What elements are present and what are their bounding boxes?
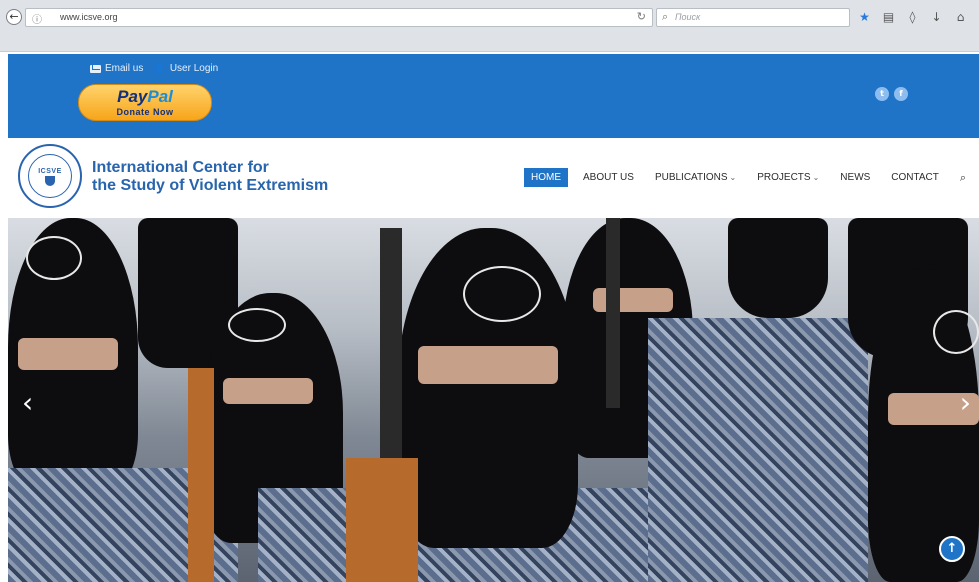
hero-figure	[223, 378, 313, 404]
nav-publications[interactable]: PUBLICATIONS ⌄	[655, 172, 736, 183]
chevron-left-icon[interactable]: ‹	[22, 386, 33, 419]
url-text: www.icsve.org	[60, 12, 118, 22]
hero-figure	[228, 308, 286, 342]
search-placeholder: Поиск	[675, 12, 701, 22]
hero-figure	[606, 218, 620, 408]
pocket-icon[interactable]: ◊	[906, 10, 919, 24]
bookmark-star-icon[interactable]: ★	[858, 10, 871, 24]
chevron-right-icon[interactable]: ›	[960, 386, 971, 419]
logo-text: ICSVE	[38, 168, 62, 175]
hero-figure	[418, 346, 558, 384]
nav-news[interactable]: NEWS	[840, 172, 870, 183]
nav-about-us[interactable]: ABOUT US	[583, 172, 634, 183]
hero-slider: ‹ › ↑	[8, 218, 979, 582]
hero-figure	[593, 288, 673, 312]
email-link[interactable]: Email us	[90, 63, 143, 74]
main-nav: HOME ABOUT US PUBLICATIONS ⌄ PROJECTS ⌄ NE…	[524, 168, 966, 187]
hero-figure	[933, 310, 979, 354]
user-login-link[interactable]: 👤 User Login	[153, 63, 218, 74]
login-label: User Login	[169, 63, 219, 74]
nav-projects[interactable]: PROJECTS ⌄	[757, 172, 819, 183]
hero-figure	[26, 236, 82, 280]
search-icon: ⌕	[662, 10, 669, 23]
shield-icon	[45, 176, 55, 186]
site-title[interactable]: International Center for the Study of Vi…	[92, 159, 328, 195]
info-icon[interactable]: ⓘ	[32, 11, 42, 26]
browser-search-input[interactable]: ⌕ Поиск	[656, 8, 850, 27]
nav-contact[interactable]: CONTACT	[891, 172, 939, 183]
chevron-down-icon: ⌄	[729, 173, 737, 182]
site-title-line2: the Study of Violent Extremism	[92, 177, 329, 194]
top-bar: Email us 👤 User Login PayPal Donate Now …	[8, 54, 979, 138]
back-icon[interactable]: ←	[6, 9, 22, 25]
email-label: Email us	[105, 63, 144, 74]
paypal-logo: PayPal	[117, 87, 173, 106]
search-icon[interactable]: ⌕	[960, 171, 966, 185]
logo-seal: ICSVE	[28, 154, 72, 198]
reload-icon[interactable]: ↻	[637, 10, 646, 23]
hero-figure	[188, 368, 214, 582]
user-icon: 👤	[153, 63, 166, 74]
contact-links: Email us 👤 User Login	[90, 63, 218, 74]
browser-toolbar: ← ⓘ www.icsve.org ↻ ⌕ Поиск ★ ▤ ◊ ↓ ⌂	[0, 0, 979, 52]
hero-figure	[18, 338, 118, 370]
scroll-to-top-button[interactable]: ↑	[939, 536, 965, 562]
download-icon[interactable]: ↓	[930, 10, 943, 24]
site-header: ICSVE International Center for the Study…	[8, 138, 979, 218]
hero-figure	[728, 218, 828, 318]
browser-toolbar-icons: ★ ▤ ◊ ↓ ⌂	[858, 10, 967, 24]
twitter-icon[interactable]: t	[875, 87, 889, 101]
home-icon[interactable]: ⌂	[954, 10, 967, 24]
chevron-down-icon: ⌄	[812, 173, 820, 182]
site-logo[interactable]: ICSVE	[18, 144, 82, 208]
paypal-donate-button[interactable]: PayPal Donate Now	[78, 84, 212, 121]
url-bar[interactable]: ⓘ www.icsve.org ↻	[25, 8, 653, 27]
donate-label: Donate Now	[116, 107, 174, 117]
site-title-line1: International Center for	[92, 159, 269, 176]
hero-figure	[346, 458, 418, 582]
bookmarks-list-icon[interactable]: ▤	[882, 10, 895, 24]
facebook-icon[interactable]: f	[894, 87, 908, 101]
hero-figure	[648, 318, 868, 582]
nav-home[interactable]: HOME	[524, 168, 568, 187]
social-links: t f	[875, 87, 908, 101]
hero-figure	[463, 266, 541, 322]
envelope-icon	[90, 64, 101, 73]
